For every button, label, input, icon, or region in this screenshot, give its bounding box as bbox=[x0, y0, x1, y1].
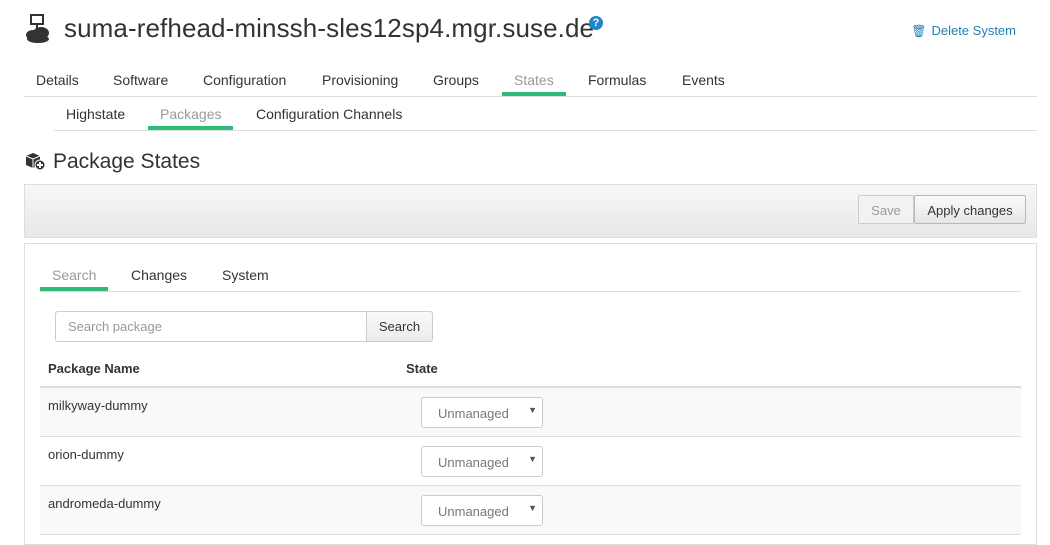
package-plus-icon bbox=[25, 153, 46, 171]
caret-down-icon: ▼ bbox=[528, 454, 537, 464]
state-value: Unmanaged bbox=[438, 406, 509, 421]
table-row: orion-dummy Unmanaged ▼ bbox=[40, 437, 1021, 486]
system-header: suma-refhead-minssh-sles12sp4.mgr.suse.d… bbox=[24, 10, 1036, 50]
tab-provisioning[interactable]: Provisioning bbox=[310, 70, 410, 96]
package-states-panel: Search Changes System Search Package Nam… bbox=[24, 243, 1037, 545]
state-select[interactable]: Unmanaged ▼ bbox=[421, 397, 543, 428]
save-button[interactable]: Save bbox=[858, 195, 914, 224]
states-subtabs: Highstate Packages Configuration Channel… bbox=[54, 104, 1037, 131]
help-icon[interactable]: ? bbox=[589, 16, 603, 30]
subtab-highstate[interactable]: Highstate bbox=[54, 104, 137, 130]
subtab-configuration-channels[interactable]: Configuration Channels bbox=[244, 104, 414, 130]
tab-system[interactable]: System bbox=[210, 265, 281, 291]
caret-down-icon: ▼ bbox=[528, 405, 537, 415]
table-row: milkyway-dummy Unmanaged ▼ bbox=[40, 388, 1021, 437]
caret-down-icon: ▼ bbox=[528, 503, 537, 513]
tab-events[interactable]: Events bbox=[670, 70, 737, 96]
action-toolbar: Save Apply changes bbox=[24, 184, 1037, 238]
state-select[interactable]: Unmanaged ▼ bbox=[421, 446, 543, 477]
tab-states[interactable]: States bbox=[502, 70, 566, 96]
tab-configuration[interactable]: Configuration bbox=[191, 70, 298, 96]
tab-groups[interactable]: Groups bbox=[421, 70, 491, 96]
subtab-packages[interactable]: Packages bbox=[148, 104, 234, 130]
state-value: Unmanaged bbox=[438, 504, 509, 519]
delete-system-label: Delete System bbox=[931, 23, 1016, 38]
package-name: orion-dummy bbox=[48, 447, 124, 462]
state-value: Unmanaged bbox=[438, 455, 509, 470]
search-button[interactable]: Search bbox=[366, 311, 433, 342]
search-input[interactable] bbox=[55, 311, 367, 342]
tab-details[interactable]: Details bbox=[24, 70, 91, 96]
trash-icon: 🗑 bbox=[911, 24, 927, 38]
tab-software[interactable]: Software bbox=[101, 70, 180, 96]
tab-formulas[interactable]: Formulas bbox=[576, 70, 658, 96]
tab-search[interactable]: Search bbox=[40, 265, 109, 291]
system-icon bbox=[26, 14, 49, 43]
package-table: Package Name State milkyway-dummy Unmana… bbox=[40, 354, 1021, 535]
column-state: State bbox=[406, 361, 438, 376]
page-title: Package States bbox=[53, 150, 201, 173]
main-tabs: Details Software Configuration Provision… bbox=[24, 70, 1037, 97]
column-package-name: Package Name bbox=[48, 361, 140, 376]
apply-changes-button[interactable]: Apply changes bbox=[914, 195, 1026, 224]
package-name: andromeda-dummy bbox=[48, 496, 161, 511]
table-header: Package Name State bbox=[40, 354, 1021, 388]
panel-tabs: Search Changes System bbox=[40, 265, 1021, 292]
package-name: milkyway-dummy bbox=[48, 398, 148, 413]
tab-changes[interactable]: Changes bbox=[119, 265, 199, 291]
state-select[interactable]: Unmanaged ▼ bbox=[421, 495, 543, 526]
delete-system-link[interactable]: 🗑 Delete System bbox=[911, 23, 1016, 38]
system-title: suma-refhead-minssh-sles12sp4.mgr.suse.d… bbox=[64, 13, 595, 43]
